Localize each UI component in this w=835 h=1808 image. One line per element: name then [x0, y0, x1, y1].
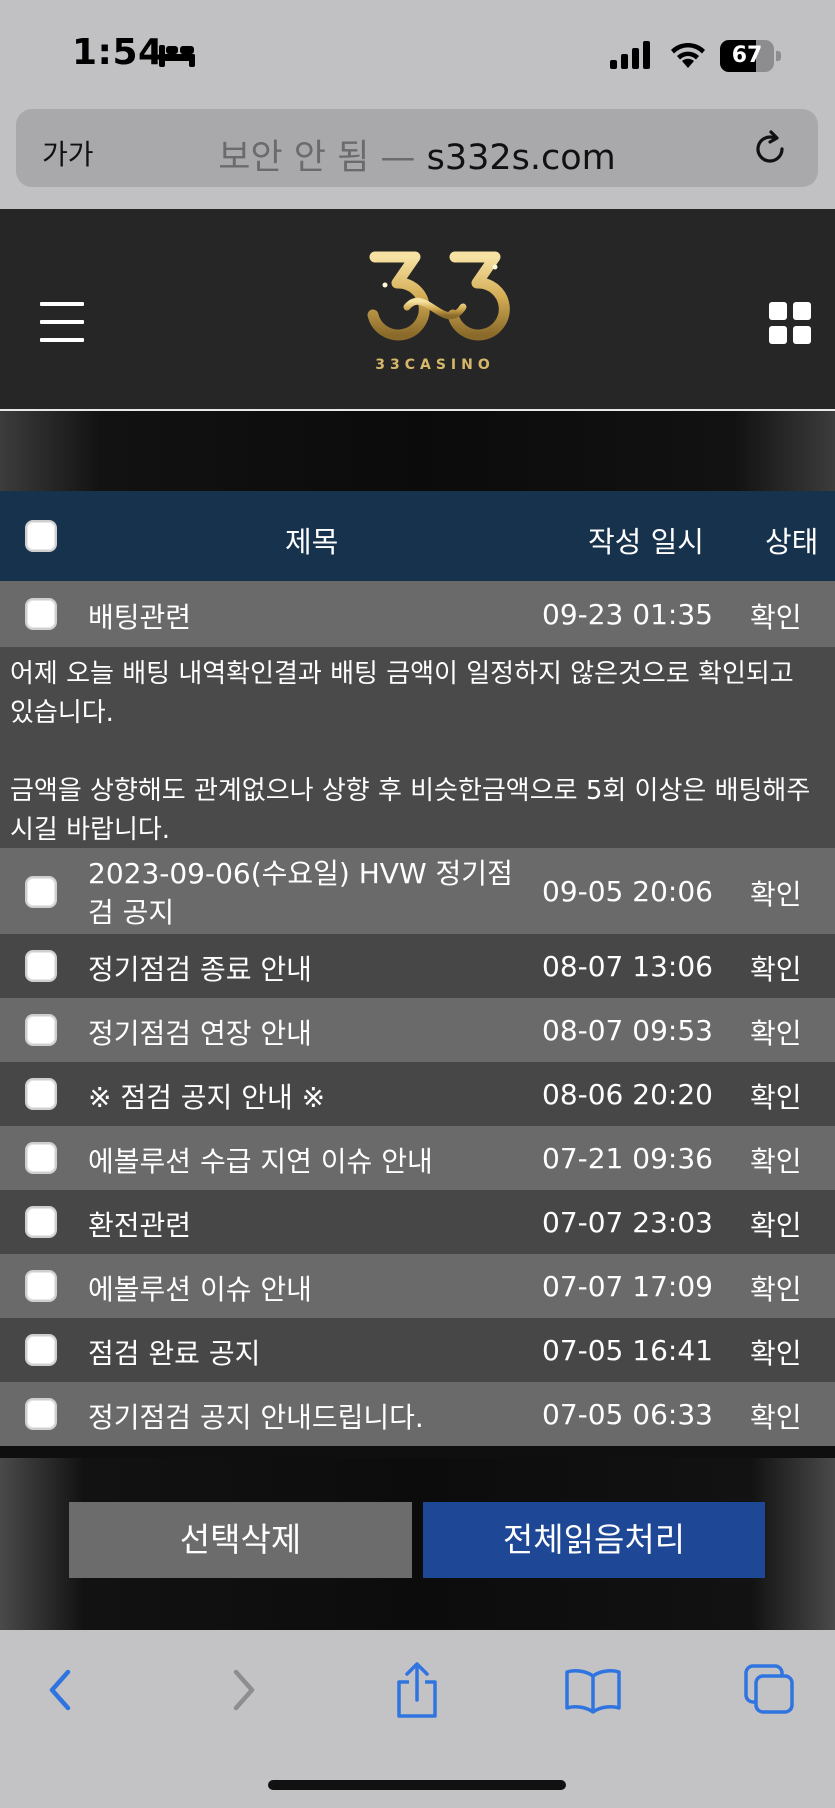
row-checkbox[interactable] [25, 1334, 57, 1366]
row-checkbox[interactable] [25, 1206, 57, 1238]
message-paragraph: 어제 오늘 배팅 내역확인결과 배팅 금액이 일정하지 않은것으로 확인되고 있… [10, 659, 794, 728]
table-row[interactable]: 에볼루션 수급 지연 이슈 안내 07-21 09:36 확인 [0, 1126, 835, 1190]
home-indicator [268, 1780, 566, 1790]
row-date: 09-23 01:35 [542, 598, 713, 631]
header-title: 제목 [285, 525, 339, 559]
header-date: 작성 일시 [588, 525, 704, 559]
battery-icon: 67 [720, 40, 782, 72]
mark-all-read-button[interactable]: 전체읽음처리 [423, 1502, 765, 1578]
battery-percent: 67 [731, 43, 763, 68]
row-title[interactable]: 정기점검 종료 안내 [88, 948, 312, 988]
decorative-band [0, 411, 835, 491]
browser-toolbar [0, 1630, 835, 1808]
url-display[interactable]: 보안 안 됨 — s332s.com [16, 129, 818, 180]
row-date: 07-05 16:41 [542, 1334, 713, 1367]
row-checkbox[interactable] [25, 1014, 57, 1046]
status-time: 1:54 [72, 32, 164, 73]
reload-icon[interactable] [750, 129, 790, 169]
address-bar[interactable]: 가가 보안 안 됨 — s332s.com [16, 109, 818, 187]
row-status: 확인 [750, 1273, 802, 1306]
row-status: 확인 [750, 1337, 802, 1370]
grid-menu-icon[interactable] [769, 302, 811, 344]
row-status: 확인 [750, 601, 802, 634]
not-secure-label: 보안 안 됨 — [218, 138, 416, 178]
row-checkbox[interactable] [25, 876, 57, 908]
table-row[interactable]: 2023-09-06(수요일) HVW 정기점검 공지 09-05 20:06 … [0, 848, 835, 934]
row-checkbox[interactable] [25, 598, 57, 630]
cellular-signal-icon [610, 41, 650, 69]
row-date: 07-07 23:03 [542, 1206, 713, 1239]
row-date: 09-05 20:06 [542, 875, 713, 908]
row-title[interactable]: 에볼루션 수급 지연 이슈 안내 [88, 1140, 433, 1180]
header-status: 상태 [765, 525, 819, 559]
row-title[interactable]: 정기점검 공지 안내드립니다. [88, 1396, 424, 1436]
table-row[interactable]: 정기점검 종료 안내 08-07 13:06 확인 [0, 934, 835, 998]
row-title[interactable]: 2023-09-06(수요일) HVW 정기점검 공지 [88, 854, 538, 932]
row-status: 확인 [750, 1017, 802, 1050]
row-title[interactable]: 점검 완료 공지 [88, 1332, 260, 1372]
table-row-expanded[interactable]: 배팅관련 09-23 01:35 확인 [0, 581, 835, 647]
share-icon[interactable] [387, 1660, 447, 1720]
row-status: 확인 [750, 1081, 802, 1114]
table-row[interactable]: ※ 점검 공지 안내 ※ 08-06 20:20 확인 [0, 1062, 835, 1126]
delete-selected-button[interactable]: 선택삭제 [69, 1502, 412, 1578]
row-date: 07-05 06:33 [542, 1398, 713, 1431]
site-header: 33CASINO [0, 209, 835, 411]
row-title[interactable]: ※ 점검 공지 안내 ※ [88, 1076, 325, 1116]
row-title[interactable]: 정기점검 연장 안내 [88, 1012, 312, 1052]
row-checkbox[interactable] [25, 1270, 57, 1302]
row-status: 확인 [750, 1145, 802, 1178]
row-title[interactable]: 배팅관련 [88, 596, 191, 636]
row-title[interactable]: 에볼루션 이슈 안내 [88, 1268, 312, 1308]
row-checkbox[interactable] [25, 1398, 57, 1430]
bed-icon [159, 45, 195, 67]
table-header: 제목 작성 일시 상태 [0, 491, 835, 581]
row-date: 08-07 13:06 [542, 950, 713, 983]
forward-icon[interactable] [212, 1660, 272, 1720]
row-status: 확인 [750, 953, 802, 986]
tabs-icon[interactable] [740, 1660, 800, 1720]
row-date: 07-07 17:09 [542, 1270, 713, 1303]
row-status: 확인 [750, 1401, 802, 1434]
domain-text: s332s.com [426, 138, 616, 178]
bookmarks-icon[interactable] [563, 1660, 623, 1720]
logo-text: 33CASINO [375, 357, 495, 373]
table-row[interactable]: 에볼루션 이슈 안내 07-07 17:09 확인 [0, 1254, 835, 1318]
row-date: 07-21 09:36 [542, 1142, 713, 1175]
row-title[interactable]: 환전관련 [88, 1204, 191, 1244]
row-status: 확인 [750, 878, 802, 911]
row-checkbox[interactable] [25, 1078, 57, 1110]
table-row[interactable]: 점검 완료 공지 07-05 16:41 확인 [0, 1318, 835, 1382]
row-date: 08-06 20:20 [542, 1078, 713, 1111]
33casino-logo[interactable]: 33CASINO [345, 245, 525, 375]
table-row[interactable]: 정기점검 공지 안내드립니다. 07-05 06:33 확인 [0, 1382, 835, 1446]
table-row[interactable]: 정기점검 연장 안내 08-07 09:53 확인 [0, 998, 835, 1062]
row-date: 08-07 09:53 [542, 1014, 713, 1047]
message-body: 어제 오늘 배팅 내역확인결과 배팅 금액이 일정하지 않은것으로 확인되고 있… [0, 647, 835, 848]
row-checkbox[interactable] [25, 1142, 57, 1174]
wifi-icon [671, 42, 705, 68]
hamburger-menu-icon[interactable] [40, 302, 84, 346]
select-all-checkbox[interactable] [25, 520, 57, 552]
table-row[interactable]: 환전관련 07-07 23:03 확인 [0, 1190, 835, 1254]
back-icon[interactable] [32, 1660, 92, 1720]
row-status: 확인 [750, 1209, 802, 1242]
ios-status-bar: 1:54 67 [0, 0, 835, 105]
row-checkbox[interactable] [25, 950, 57, 982]
browser-address-area: 가가 보안 안 됨 — s332s.com [0, 105, 835, 209]
notice-table: 제목 작성 일시 상태 배팅관련 09-23 01:35 확인 어제 오늘 배팅… [0, 491, 835, 1446]
action-buttons-area: 선택삭제 전체읽음처리 [0, 1458, 835, 1630]
message-paragraph: 금액을 상향해도 관계없으나 상향 후 비슷한금액으로 5회 이상은 배팅해주시… [10, 776, 811, 845]
